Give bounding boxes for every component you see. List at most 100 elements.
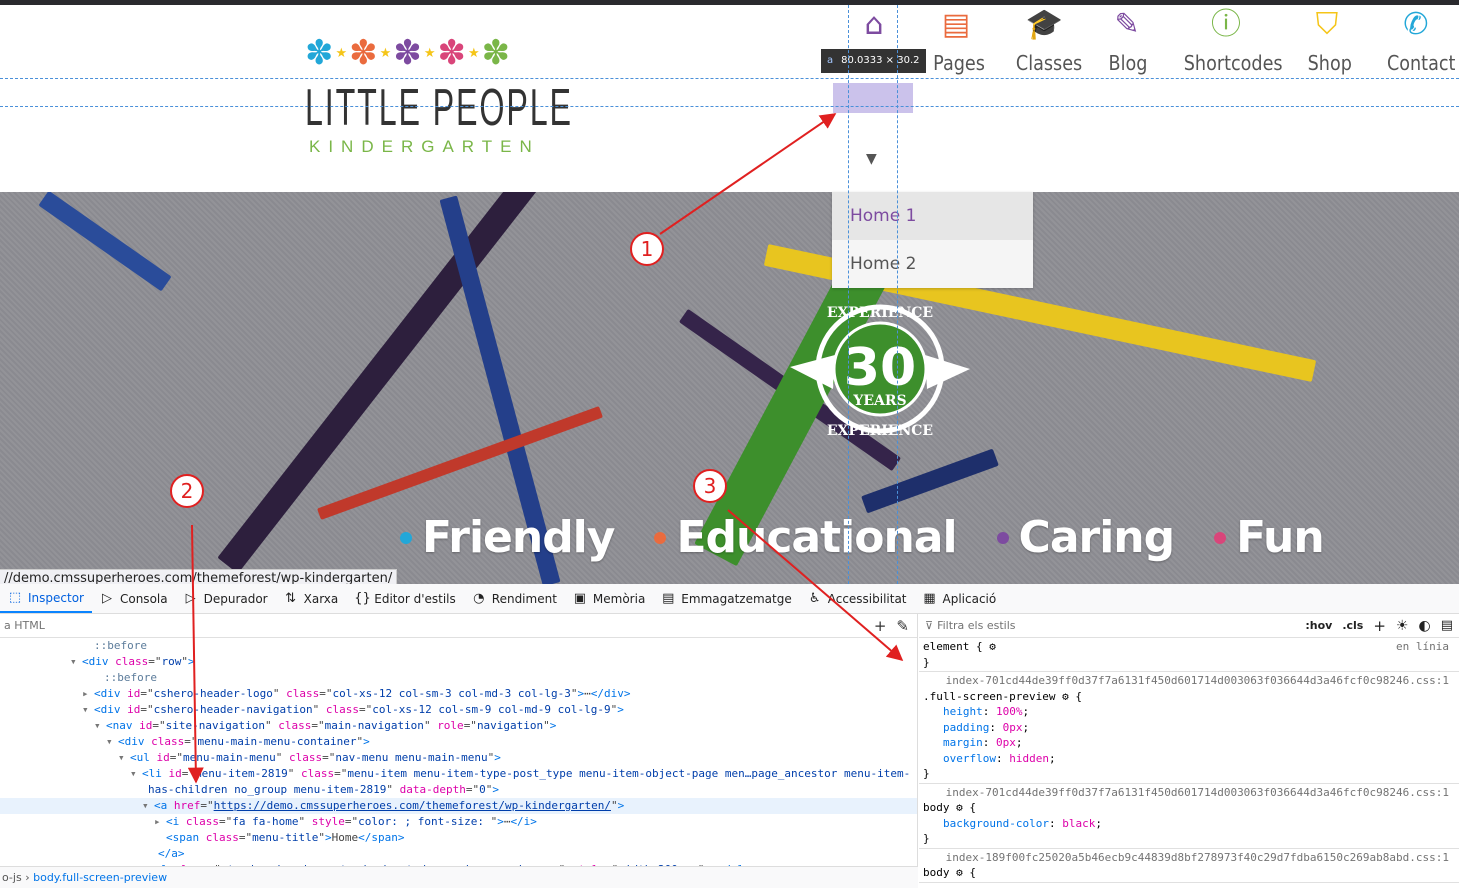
css-rule: index-701cd44de39ff0d37f7a6131f450d60171… xyxy=(919,672,1459,784)
site-header: ✽ ★ ✽ ★ ✽ ★ ✽ ★ ✽ LITTLE PEOPLE KINDERGARTEN… xyxy=(0,5,1459,192)
markup-node[interactable]: ▾ <a href="https://demo.cmssuperheroes.co… xyxy=(0,798,917,814)
markup-node[interactable]: ▸ <div id="cshero-header-logo" class="col… xyxy=(0,686,917,702)
gear-icon[interactable]: ⚙ xyxy=(989,640,996,653)
collapse-twisty-icon[interactable]: ▸ xyxy=(154,814,161,830)
add-rule-icon[interactable]: + xyxy=(1373,617,1386,635)
markup-token: " xyxy=(543,719,550,732)
devtools-tab-9[interactable]: ▦ Aplicació xyxy=(915,584,1005,613)
devtools-tab-1[interactable]: ▷ Consola xyxy=(92,584,176,613)
expand-twisty-icon[interactable]: ▾ xyxy=(70,654,77,670)
markup-token: menu-item menu-item-type-post_type menu-… xyxy=(347,767,911,780)
markup-node[interactable]: ▾ <nav id="site-navigation" class="main-n… xyxy=(0,718,917,734)
devtools-tab-2[interactable]: ▷ Depurador xyxy=(176,584,276,613)
gear-icon[interactable]: ⚙ { xyxy=(950,801,976,814)
print-media-icon[interactable]: ▤ xyxy=(1441,618,1453,633)
expand-twisty-icon[interactable]: ▾ xyxy=(118,750,125,766)
nav-item-3[interactable]: ✎ Blog xyxy=(1106,5,1148,75)
markup-token: class xyxy=(288,751,323,764)
css-declaration[interactable]: margin: 0px; xyxy=(923,735,1455,751)
markup-node[interactable]: ▾ <div class="row"> xyxy=(0,654,917,670)
rule-source-link[interactable]: index-701cd44de39ff0d37f7a6131f450d60171… xyxy=(923,785,1455,801)
nav-item-2[interactable]: 🎓 Classes xyxy=(1012,5,1082,75)
markup-token: class xyxy=(185,815,219,828)
markup-node[interactable]: ▾ <div id="cshero-header-navigation" clas… xyxy=(0,702,917,718)
expand-twisty-icon[interactable]: ▾ xyxy=(106,734,113,750)
markup-token: =" xyxy=(184,735,198,748)
light-theme-icon[interactable]: ☀ xyxy=(1396,618,1409,634)
devtools-tab-7[interactable]: ▤ Emmagatzematge xyxy=(653,584,799,613)
html-search-input[interactable]: a HTML xyxy=(4,619,45,632)
css-declaration[interactable]: overflow: hidden; xyxy=(923,751,1455,767)
markup-node[interactable]: ▾ <ul id="menu-main-menu" class="nav-menu… xyxy=(0,750,917,766)
markup-token: " xyxy=(275,751,289,764)
expand-twisty-icon[interactable]: ▾ xyxy=(82,702,89,718)
css-declaration[interactable]: padding: 0px; xyxy=(923,720,1455,736)
chevron-down-icon[interactable]: ▼ xyxy=(866,151,877,167)
add-node-icon[interactable]: + xyxy=(874,617,887,635)
dark-theme-icon[interactable]: ◐ xyxy=(1418,618,1430,634)
devtools-tab-3[interactable]: ⇅ Xarxa xyxy=(276,584,347,613)
collapse-twisty-icon[interactable]: ▸ xyxy=(82,686,89,702)
markup-token: " xyxy=(318,831,325,844)
markup-node[interactable]: ::before xyxy=(0,638,917,654)
gear-icon[interactable]: ⚙ { xyxy=(950,866,976,879)
markup-token: > xyxy=(617,703,624,716)
breadcrumb-item[interactable]: o-js xyxy=(2,871,22,884)
expand-twisty-icon[interactable]: ▾ xyxy=(130,766,137,782)
devtools-tab-5[interactable]: ◔ Rendiment xyxy=(464,584,565,613)
devtools-tab-8[interactable]: ♿ Accessibilitat xyxy=(800,584,915,613)
markup-token: row xyxy=(161,655,182,668)
submenu-item-home-2[interactable]: Home 2 xyxy=(832,240,1033,288)
markup-node[interactable]: </a> xyxy=(0,846,917,862)
submenu-item-home-1[interactable]: Home 1 xyxy=(832,192,1033,240)
devtools-tab-label: Editor d'estils xyxy=(374,591,456,606)
guide-line xyxy=(0,106,1459,107)
markup-node[interactable]: ▸ <i class="fa fa-home" style="color: ; f… xyxy=(0,814,917,830)
markup-token: <div xyxy=(94,687,128,700)
nav-item-1[interactable]: ▤ Pages xyxy=(930,5,985,75)
devtools-tab-6[interactable]: ▣ Memòria xyxy=(565,584,653,613)
rule-close: } xyxy=(923,767,930,780)
cls-toggle[interactable]: .cls xyxy=(1342,619,1363,632)
markup-node[interactable]: ▾ <div class="menu-main-menu-container"> xyxy=(0,734,917,750)
markup-token: " xyxy=(312,703,326,716)
filter-styles-input[interactable]: Filtra els estils xyxy=(937,619,1015,632)
devtools-tab-label: Memòria xyxy=(592,591,646,606)
gear-icon[interactable]: ⚙ { xyxy=(1055,690,1082,703)
devtools-tab-0[interactable]: ⬚ Inspector xyxy=(0,584,92,613)
markup-token: role xyxy=(437,719,464,732)
rule-source-link[interactable]: index-189f00fc25020a5b46ecb9c44839d8bf27… xyxy=(923,850,1455,866)
style-editor-icon: {} xyxy=(354,591,371,606)
hero-tag-label: Fun xyxy=(1236,512,1325,563)
markup-node[interactable]: <span class="menu-title">Home</span> xyxy=(0,830,917,846)
expand-twisty-icon[interactable]: ▾ xyxy=(94,718,101,734)
site-logo[interactable]: ✽ ★ ✽ ★ ✽ ★ ✽ ★ ✽ LITTLE PEOPLE KINDERGARTEN xyxy=(305,33,571,173)
eyedropper-icon[interactable]: ✎ xyxy=(896,617,909,635)
nav-item-6[interactable]: ✆ Contact xyxy=(1383,5,1455,75)
css-declaration[interactable]: height: 100%; xyxy=(923,704,1455,720)
markup-token: " xyxy=(423,719,438,732)
rule-source-link[interactable]: index-701cd44de39ff0d37f7a6131f450d60171… xyxy=(923,673,1455,689)
markup-token: =" xyxy=(181,767,195,780)
markup-node[interactable]: has-children no_group menu-item-2819" da… xyxy=(0,782,917,798)
devtools-toolbar: ⬚ Inspector ▷ Consola ▷ Depurador ⇅ Xarxa {} Edit… xyxy=(0,584,1459,614)
experience-badge: EXPERIENCE 30 YEARS EXPERIENCE xyxy=(790,304,970,439)
inspector-icon: ⬚ xyxy=(8,590,22,605)
hov-toggle[interactable]: :hov xyxy=(1305,619,1332,632)
markup-node[interactable]: ::before xyxy=(0,670,917,686)
guide-line xyxy=(897,5,898,584)
guide-line xyxy=(0,78,1459,79)
css-declaration[interactable]: background-color: black; xyxy=(923,816,1455,832)
nav-item-5[interactable]: ⛉ Shop xyxy=(1305,5,1352,75)
markup-token: <li xyxy=(142,767,169,780)
devtools-tab-label: Rendiment xyxy=(491,591,557,606)
markup-node[interactable]: ▾ <li id="menu-item-2819" class="menu-ite… xyxy=(0,766,917,782)
markup-token: =" xyxy=(200,799,214,812)
breadcrumb-item[interactable]: body.full-screen-preview xyxy=(33,871,167,884)
markup-token: col-xs-12 col-sm-9 col-md-9 col-lg-9 xyxy=(372,703,611,716)
markup-token: " xyxy=(272,687,287,700)
declaration-separator: : xyxy=(1048,816,1063,830)
devtools-tab-4[interactable]: {} Editor d'estils xyxy=(346,584,464,613)
nav-item-4[interactable]: ⓘ Shortcodes xyxy=(1178,5,1283,75)
expand-twisty-icon[interactable]: ▾ xyxy=(142,798,149,814)
